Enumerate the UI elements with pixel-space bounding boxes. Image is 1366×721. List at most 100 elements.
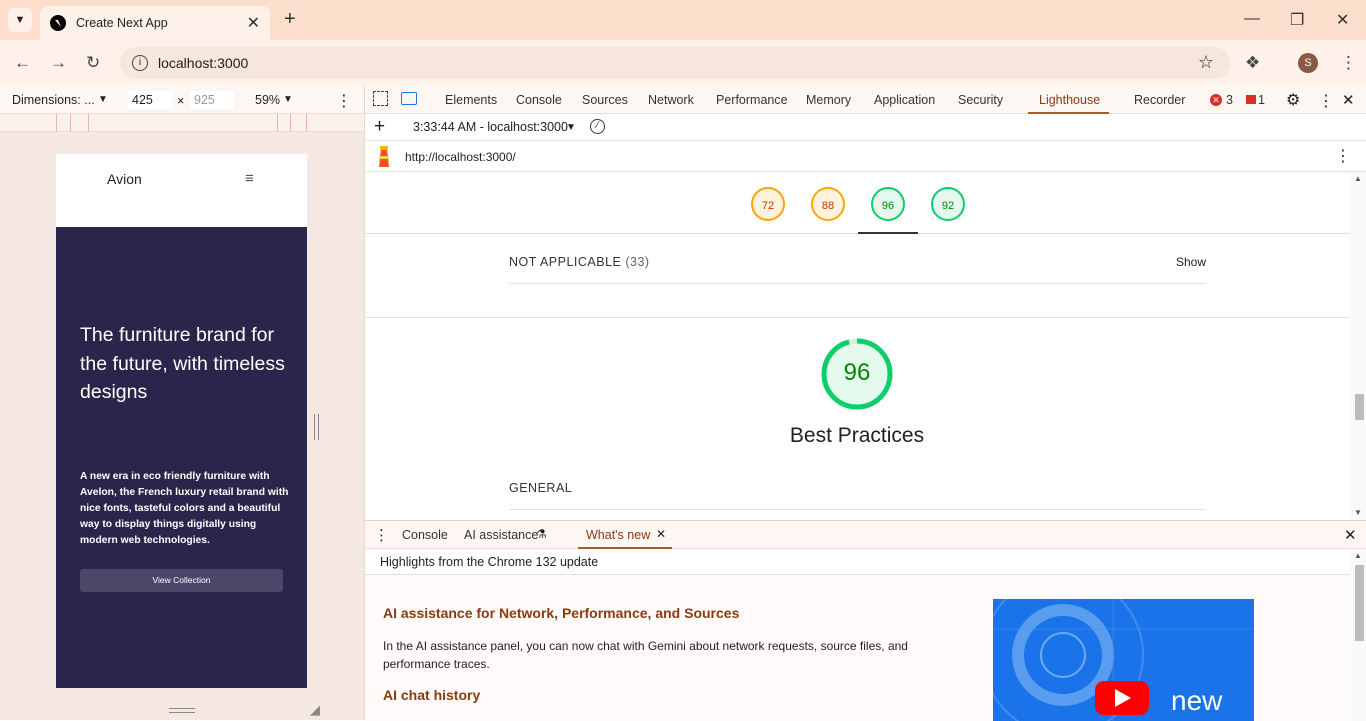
- tab-search-button[interactable]: ▼: [8, 8, 32, 32]
- report-selector[interactable]: 3:33:44 AM - localhost:3000: [413, 120, 568, 134]
- new-report-plus-icon[interactable]: +: [374, 116, 385, 138]
- score-gauge-accessibility[interactable]: 88: [811, 187, 845, 221]
- site-header: Avion ≡: [56, 154, 307, 227]
- lighthouse-logo-icon: [379, 146, 389, 167]
- nextjs-favicon-icon: [50, 15, 66, 31]
- resize-corner-icon[interactable]: ◢: [310, 702, 320, 718]
- lighthouse-toolbar: + 3:33:44 AM - localhost:3000 ▼ ∕: [365, 114, 1366, 141]
- general-section: GENERAL: [509, 481, 1206, 510]
- zoom-select[interactable]: 59%: [255, 93, 280, 107]
- close-tab-icon[interactable]: ✕: [247, 13, 260, 33]
- drawer-tab-whats-new[interactable]: What's new: [586, 528, 650, 542]
- devtools-panel: Elements Console Sources Network Perform…: [364, 86, 1366, 721]
- scroll-up-icon[interactable]: ▲: [1354, 174, 1362, 183]
- tab-console[interactable]: Console: [516, 93, 562, 107]
- tab-elements[interactable]: Elements: [445, 93, 497, 107]
- height-input[interactable]: 925: [190, 91, 234, 109]
- more-menu-icon[interactable]: ⋮: [1340, 53, 1357, 73]
- site-info-icon[interactable]: i: [132, 55, 148, 71]
- tab-title: Create Next App: [76, 16, 168, 30]
- address-bar[interactable]: i localhost:3000 ☆: [120, 47, 1230, 79]
- inspect-element-icon[interactable]: [373, 91, 388, 106]
- devtools-drawer: ⋮ Console AI assistance ⚗ What's new ✕ ✕…: [365, 520, 1366, 721]
- drawer-tab-console[interactable]: Console: [402, 528, 448, 542]
- tab-sources[interactable]: Sources: [582, 93, 628, 107]
- settings-gear-icon[interactable]: ⚙: [1286, 90, 1300, 110]
- video-thumbnail[interactable]: new: [993, 599, 1254, 721]
- resize-handle-right[interactable]: [314, 414, 319, 440]
- devtools-more-icon[interactable]: ⋮: [1318, 91, 1334, 111]
- feature-title[interactable]: AI assistance for Network, Performance, …: [383, 605, 739, 621]
- forward-icon[interactable]: →: [50, 53, 67, 73]
- back-icon[interactable]: ←: [14, 53, 31, 73]
- video-new-word: new: [1171, 685, 1223, 716]
- warning-flag-icon[interactable]: [1246, 95, 1256, 104]
- drawer-menu-icon[interactable]: ⋮: [374, 526, 389, 544]
- tab-performance[interactable]: Performance: [716, 93, 788, 107]
- score-gauge-best-practices[interactable]: 96: [871, 187, 905, 221]
- highlights-text: Highlights from the Chrome 132 update: [380, 555, 599, 569]
- zoom-chevron-icon[interactable]: ▼: [283, 94, 293, 105]
- score-gauge-seo[interactable]: 92: [931, 187, 965, 221]
- extensions-icon[interactable]: ❖: [1245, 53, 1260, 73]
- view-collection-button[interactable]: View Collection: [80, 569, 283, 592]
- tab-network[interactable]: Network: [648, 93, 694, 107]
- lighthouse-report: 72 88 96 92 NOT APPLICABLE (33) Show 96 …: [365, 172, 1350, 520]
- error-count[interactable]: 3: [1226, 93, 1233, 107]
- warning-count[interactable]: 1: [1258, 93, 1265, 107]
- category-divider: [365, 317, 1350, 318]
- close-whats-new-icon[interactable]: ✕: [656, 527, 666, 541]
- scroll-down-icon[interactable]: ▼: [1354, 508, 1362, 517]
- close-window-icon[interactable]: ✕: [1336, 10, 1349, 30]
- browser-title-bar: ▼ Create Next App ✕ + — ❐ ✕: [0, 0, 1366, 40]
- close-devtools-icon[interactable]: ✕: [1342, 91, 1355, 109]
- report-selector-chevron-icon[interactable]: ▼: [566, 122, 576, 133]
- feature-body: In the AI assistance panel, you can now …: [383, 639, 908, 671]
- whats-new-header: Highlights from the Chrome 132 update: [365, 549, 1350, 575]
- report-scrollbar[interactable]: ▲ ▼: [1350, 172, 1366, 520]
- resize-handle-bottom[interactable]: [169, 708, 195, 713]
- drawer-tab-ai-assistance[interactable]: AI assistance: [464, 528, 538, 542]
- error-icon[interactable]: ✕: [1210, 94, 1222, 106]
- report-more-icon[interactable]: ⋮: [1335, 146, 1351, 166]
- hamburger-icon[interactable]: ≡: [245, 170, 254, 187]
- not-applicable-group[interactable]: NOT APPLICABLE (33) Show: [509, 255, 1206, 284]
- report-url[interactable]: http://localhost:3000/: [405, 150, 516, 164]
- bookmark-star-icon[interactable]: ☆: [1198, 52, 1214, 73]
- minimize-icon[interactable]: —: [1244, 10, 1260, 28]
- not-applicable-label: NOT APPLICABLE: [509, 255, 622, 269]
- drawer-scroll-up-icon[interactable]: ▲: [1354, 551, 1362, 560]
- reload-icon[interactable]: ↻: [86, 53, 100, 73]
- not-applicable-count: (33): [625, 255, 650, 269]
- restore-icon[interactable]: ❐: [1290, 10, 1304, 30]
- device-toggle-icon[interactable]: [401, 92, 417, 105]
- score-gauge-performance[interactable]: 72: [751, 187, 785, 221]
- tab-application[interactable]: Application: [874, 93, 935, 107]
- media-query-ruler[interactable]: [0, 114, 364, 132]
- tab-security[interactable]: Security: [958, 93, 1003, 107]
- youtube-play-icon[interactable]: [1095, 681, 1149, 715]
- emulated-page: Avion ≡ The furniture brand for the futu…: [56, 154, 307, 688]
- tab-lighthouse[interactable]: Lighthouse: [1039, 93, 1100, 107]
- close-drawer-icon[interactable]: ✕: [1344, 526, 1357, 544]
- avatar[interactable]: S: [1298, 53, 1318, 73]
- browser-tab[interactable]: Create Next App ✕: [40, 6, 270, 40]
- browser-toolbar: ← → ↻ i localhost:3000 ☆ ❖ S ⋮: [0, 40, 1366, 86]
- tab-memory[interactable]: Memory: [806, 93, 851, 107]
- next-feature-title[interactable]: AI chat history: [383, 687, 480, 703]
- show-toggle[interactable]: Show: [1176, 255, 1206, 269]
- tab-recorder[interactable]: Recorder: [1134, 93, 1185, 107]
- dimensions-select[interactable]: Dimensions: ...: [12, 93, 95, 107]
- drawer-scrollbar[interactable]: ▲: [1350, 549, 1366, 721]
- drawer-scroll-thumb[interactable]: [1355, 565, 1364, 641]
- brand-logo[interactable]: Avion: [107, 171, 142, 187]
- general-section-label: GENERAL: [509, 481, 573, 495]
- url-text[interactable]: localhost:3000: [158, 55, 248, 71]
- hero-section: The furniture brand for the future, with…: [56, 227, 307, 688]
- new-tab-button[interactable]: +: [284, 8, 296, 31]
- width-input[interactable]: 425: [128, 91, 172, 109]
- dimensions-chevron-icon[interactable]: ▼: [98, 94, 108, 105]
- scroll-thumb[interactable]: [1355, 394, 1364, 420]
- device-more-icon[interactable]: ⋮: [336, 91, 352, 111]
- clear-reports-icon[interactable]: ∕: [590, 119, 605, 134]
